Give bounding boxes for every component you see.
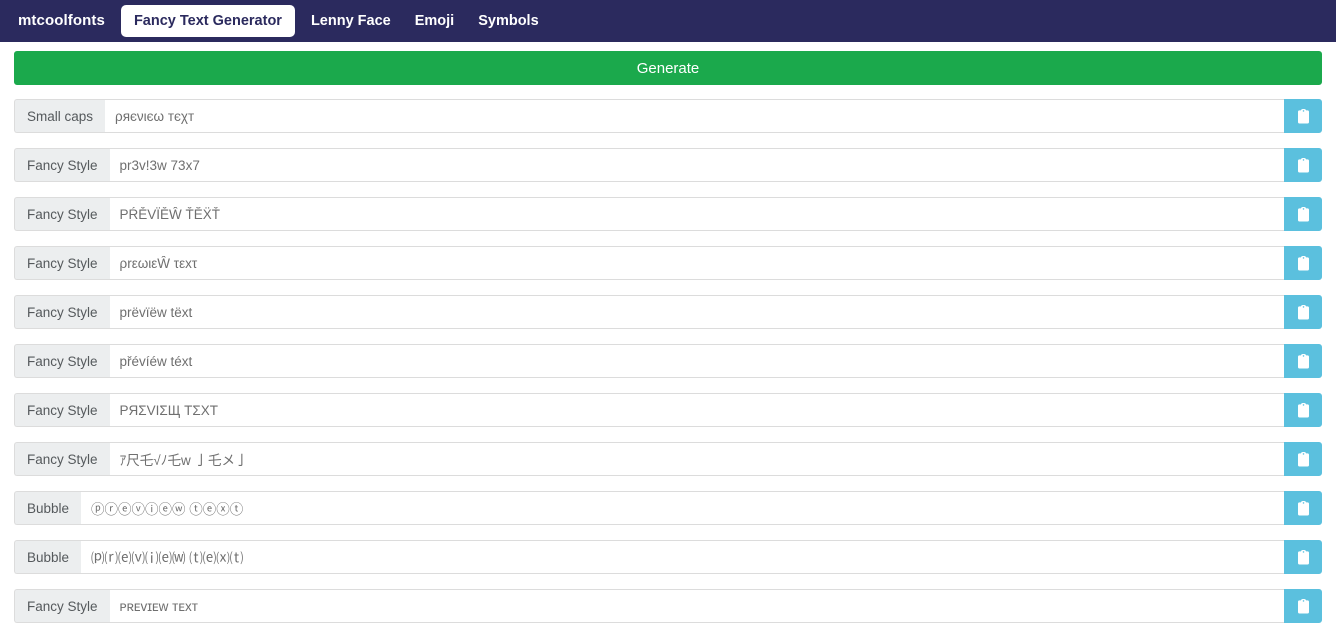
copy-button[interactable] bbox=[1284, 295, 1322, 329]
result-row: Small caps bbox=[14, 99, 1322, 133]
result-row: Bubble bbox=[14, 491, 1322, 525]
result-row-input[interactable] bbox=[109, 393, 1284, 427]
result-row-input[interactable] bbox=[109, 295, 1284, 329]
result-row-input[interactable] bbox=[109, 344, 1284, 378]
result-row: Fancy Style bbox=[14, 344, 1322, 378]
clipboard-icon bbox=[1297, 108, 1310, 124]
result-row-input[interactable] bbox=[109, 246, 1284, 280]
top-navbar: mtcoolfonts Fancy Text Generator Lenny F… bbox=[0, 0, 1336, 42]
result-row-input[interactable] bbox=[109, 589, 1284, 623]
copy-button[interactable] bbox=[1284, 442, 1322, 476]
nav-item-fancy-text-generator[interactable]: Fancy Text Generator bbox=[120, 5, 295, 37]
result-row: Bubble bbox=[14, 540, 1322, 574]
result-row-label: Fancy Style bbox=[14, 148, 110, 182]
clipboard-icon bbox=[1297, 598, 1310, 614]
nav-item-emoji[interactable]: Emoji bbox=[403, 0, 466, 42]
clipboard-icon bbox=[1297, 353, 1310, 369]
result-row: Fancy Style bbox=[14, 148, 1322, 182]
result-row-label: Bubble bbox=[14, 540, 82, 574]
result-row-label: Fancy Style bbox=[14, 295, 110, 329]
brand-logo[interactable]: mtcoolfonts bbox=[6, 0, 117, 42]
clipboard-icon bbox=[1297, 304, 1310, 320]
result-row-input[interactable] bbox=[81, 491, 1284, 525]
result-row: Fancy Style bbox=[14, 295, 1322, 329]
result-row-label: Fancy Style bbox=[14, 393, 110, 427]
generate-button[interactable]: Generate bbox=[14, 51, 1322, 85]
clipboard-icon bbox=[1297, 451, 1310, 467]
copy-button[interactable] bbox=[1284, 246, 1322, 280]
clipboard-icon bbox=[1297, 157, 1310, 173]
result-row-label: Bubble bbox=[14, 491, 82, 525]
copy-button[interactable] bbox=[1284, 148, 1322, 182]
clipboard-icon bbox=[1297, 255, 1310, 271]
copy-button[interactable] bbox=[1284, 197, 1322, 231]
result-row: Fancy Style bbox=[14, 589, 1322, 623]
result-row-label: Fancy Style bbox=[14, 442, 110, 476]
result-row-label: Fancy Style bbox=[14, 589, 110, 623]
result-row-label: Small caps bbox=[14, 99, 106, 133]
result-row-label: Fancy Style bbox=[14, 344, 110, 378]
clipboard-icon bbox=[1297, 500, 1310, 516]
result-row-input[interactable] bbox=[109, 197, 1284, 231]
result-row-label: Fancy Style bbox=[14, 246, 110, 280]
generate-button-container: Generate bbox=[0, 42, 1336, 85]
result-row-input[interactable] bbox=[105, 99, 1284, 133]
result-row-input[interactable] bbox=[109, 148, 1284, 182]
results-list: Small caps Fancy Style Fancy Style Fancy St… bbox=[0, 85, 1336, 623]
copy-button[interactable] bbox=[1284, 99, 1322, 133]
result-row-input[interactable] bbox=[109, 442, 1284, 476]
result-row: Fancy Style bbox=[14, 197, 1322, 231]
copy-button[interactable] bbox=[1284, 491, 1322, 525]
clipboard-icon bbox=[1297, 206, 1310, 222]
clipboard-icon bbox=[1297, 549, 1310, 565]
result-row-label: Fancy Style bbox=[14, 197, 110, 231]
copy-button[interactable] bbox=[1284, 540, 1322, 574]
result-row-input[interactable] bbox=[81, 540, 1284, 574]
result-row: Fancy Style bbox=[14, 442, 1322, 476]
result-row: Fancy Style bbox=[14, 246, 1322, 280]
copy-button[interactable] bbox=[1284, 344, 1322, 378]
nav-item-symbols[interactable]: Symbols bbox=[466, 0, 550, 42]
result-row: Fancy Style bbox=[14, 393, 1322, 427]
copy-button[interactable] bbox=[1284, 393, 1322, 427]
copy-button[interactable] bbox=[1284, 589, 1322, 623]
nav-item-lenny-face[interactable]: Lenny Face bbox=[299, 0, 403, 42]
clipboard-icon bbox=[1297, 402, 1310, 418]
